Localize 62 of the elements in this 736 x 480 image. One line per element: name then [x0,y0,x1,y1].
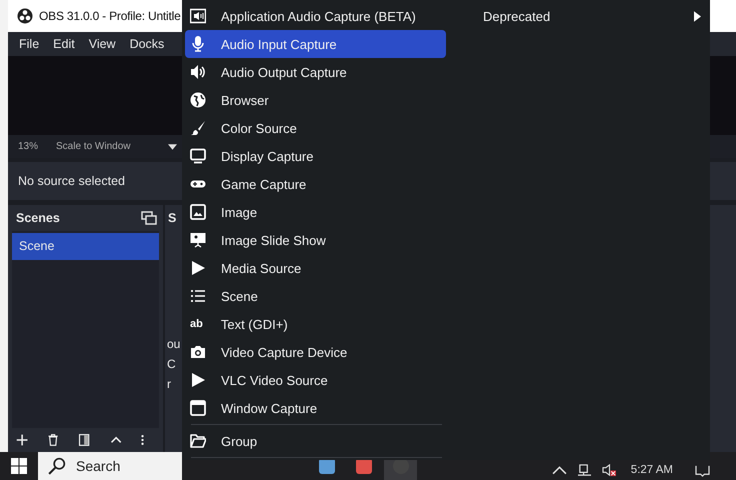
menu-item[interactable]: Edit [46,37,82,51]
windows-start-icon[interactable] [11,458,27,474]
filter-icon[interactable] [78,432,91,448]
brush-icon [190,120,206,136]
scale-mode-dropdown[interactable]: Scale to Window [56,141,168,152]
globe-icon [190,92,206,108]
menu-item[interactable]: Docks [122,37,172,51]
text-icon: ab [190,316,203,332]
context-bar-text: No source selected [18,174,126,188]
more-icon[interactable] [140,432,144,448]
menu-item[interactable]: Video Capture Device [185,338,446,366]
window-icon [190,400,206,416]
clock-time[interactable]: 5:27 AM [630,464,673,476]
menu-item[interactable]: Display Capture [185,142,446,170]
menu-item[interactable]: Image Slide Show [185,226,446,254]
scene-item[interactable]: Scene [12,233,159,260]
folder-icon [190,433,206,449]
monitor-icon [190,148,206,164]
menu-item[interactable]: Scene [185,282,446,310]
network-icon[interactable] [576,464,592,476]
hint-text: C [167,357,176,371]
menu-item[interactable]: Browser [185,86,446,114]
menu-item[interactable]: Audio Output Capture [185,58,446,86]
dropdown-caret-icon[interactable] [168,144,177,150]
menu-item[interactable]: Application Audio Capture (BETA) [185,2,446,30]
menu-item[interactable]: Color Source [185,114,446,142]
speaker-box-icon [190,8,206,24]
microphone-icon [190,36,206,52]
speaker-icon [190,64,206,80]
menu-item[interactable]: Audio Input Capture [185,30,446,58]
menu-item[interactable]: Game Capture [185,170,446,198]
menu-item[interactable]: VLC Video Source [185,366,446,394]
muted-speaker-icon[interactable] [602,464,617,476]
list-icon [190,288,206,304]
menu-item[interactable]: View [82,37,123,51]
chevron-up-icon[interactable] [552,464,567,476]
menu-item[interactable]: File [12,37,46,51]
play-icon [190,372,206,388]
menu-item[interactable]: Window Capture [185,394,446,422]
slideshow-icon [190,232,206,248]
search-field[interactable]: Search [38,452,182,480]
notification-icon[interactable] [695,464,710,476]
zoom-level: 13% [18,141,40,152]
camera-icon [190,344,206,360]
menu-item[interactable]: Image [185,198,446,226]
dock-title: Scenes [16,211,60,225]
menu-item[interactable]: Media Source [185,254,446,282]
dock-title: S [168,211,176,225]
trash-icon[interactable] [47,432,60,448]
window-title: OBS 31.0.0 - Profile: Untitle [39,9,181,23]
submenu-item[interactable]: Deprecated [446,2,710,30]
search-icon [48,457,66,475]
add-icon[interactable] [16,432,28,448]
obs-logo-icon [17,8,33,24]
submenu-arrow-icon [694,10,701,22]
undock-icon[interactable] [141,211,157,225]
hint-text: r [167,377,171,391]
hint-text: ou [167,337,180,351]
menu-item[interactable]: Group [185,427,446,455]
image-icon [190,204,206,220]
menu-item[interactable]: ab Text (GDI+) [185,310,446,338]
play-icon [190,260,206,276]
